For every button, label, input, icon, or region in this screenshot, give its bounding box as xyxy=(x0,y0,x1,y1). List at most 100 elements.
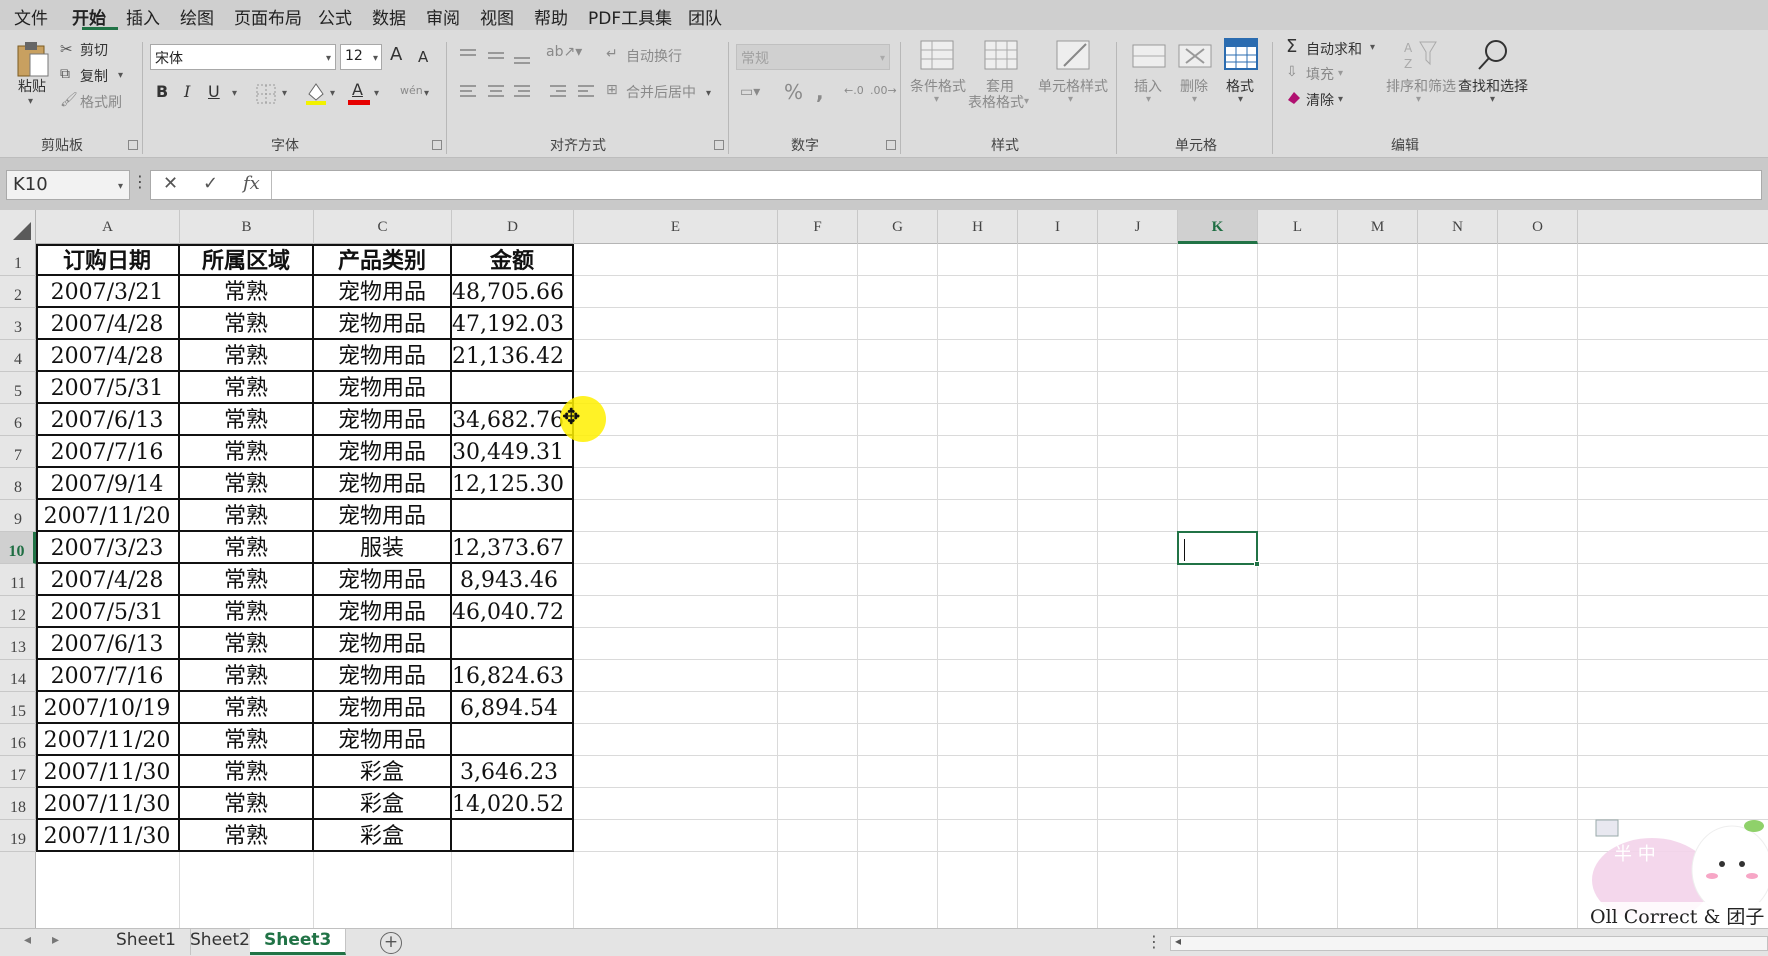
find-select-caret-icon[interactable]: ▾ xyxy=(1490,94,1495,105)
row-header-13[interactable]: 13 xyxy=(0,628,36,660)
clear-caret-icon[interactable]: ▾ xyxy=(1338,94,1343,105)
table-cell[interactable]: 常熟 xyxy=(180,788,314,820)
table-cell[interactable]: 2007/11/30 xyxy=(36,756,180,788)
table-cell[interactable]: 46,040.72 xyxy=(452,596,574,628)
row-header-16[interactable]: 16 xyxy=(0,724,36,756)
font-color-caret-icon[interactable]: ▾ xyxy=(374,88,379,99)
row-header-14[interactable]: 14 xyxy=(0,660,36,692)
comma-button[interactable]: , xyxy=(816,80,824,104)
fill-button[interactable]: 填充 xyxy=(1306,64,1334,84)
table-cell[interactable] xyxy=(452,372,574,404)
copy-icon[interactable]: ⧉ xyxy=(60,66,70,82)
cell-area[interactable]: 订购日期 所属区域 产品类别 金额 2007/3/21 常熟 宠物用品 48,705.66 20… xyxy=(36,244,1768,928)
table-cell[interactable]: 常熟 xyxy=(180,692,314,724)
insert-cells-icon[interactable] xyxy=(1132,40,1166,70)
table-cell[interactable]: 2007/5/31 xyxy=(36,372,180,404)
table-cell[interactable]: 宠物用品 xyxy=(314,404,452,436)
delete-caret-icon[interactable]: ▾ xyxy=(1192,94,1197,105)
cell-styles-caret-icon[interactable]: ▾ xyxy=(1068,94,1073,105)
column-header-H[interactable]: H xyxy=(938,210,1018,244)
format-painter-button[interactable]: 格式刷 xyxy=(80,92,122,112)
table-cell[interactable]: 宠物用品 xyxy=(314,724,452,756)
column-header-K[interactable]: K xyxy=(1178,210,1258,244)
table-cell[interactable] xyxy=(452,820,574,852)
row-header-15[interactable]: 15 xyxy=(0,692,36,724)
table-cell[interactable]: 宠物用品 xyxy=(314,564,452,596)
row-header-3[interactable]: 3 xyxy=(0,308,36,340)
table-cell[interactable]: 宠物用品 xyxy=(314,340,452,372)
column-header-E[interactable]: E xyxy=(574,210,778,244)
insert-caret-icon[interactable]: ▾ xyxy=(1146,94,1151,105)
clear-button[interactable]: 清除 xyxy=(1306,90,1334,110)
number-format-select[interactable]: 常规 ▾ xyxy=(736,44,890,70)
menu-help[interactable]: 帮助 xyxy=(534,4,568,29)
delete-cells-button[interactable]: 删除 xyxy=(1180,76,1208,96)
clipboard-launcher-icon[interactable] xyxy=(128,140,138,150)
table-cell[interactable]: 2007/4/28 xyxy=(36,340,180,372)
table-cell[interactable]: 宠物用品 xyxy=(314,276,452,308)
table-cell[interactable]: 彩盒 xyxy=(314,820,452,852)
menu-draw[interactable]: 绘图 xyxy=(180,4,214,29)
add-sheet-icon[interactable]: + xyxy=(380,932,402,954)
cell-styles-icon[interactable] xyxy=(1056,40,1090,70)
table-cell[interactable] xyxy=(452,628,574,660)
prev-sheet-icon[interactable]: ◂ xyxy=(24,932,31,948)
table-cell[interactable]: 2007/11/20 xyxy=(36,724,180,756)
table-cell[interactable]: 30,449.31 xyxy=(452,436,574,468)
conditional-caret-icon[interactable]: ▾ xyxy=(934,94,939,105)
column-header-G[interactable]: G xyxy=(858,210,938,244)
table-cell[interactable]: 宠物用品 xyxy=(314,596,452,628)
table-cell[interactable]: 常熟 xyxy=(180,500,314,532)
cut-button[interactable]: 剪切 xyxy=(80,40,108,60)
merge-center-caret-icon[interactable]: ▾ xyxy=(706,88,711,99)
table-cell[interactable]: 3,646.23 xyxy=(452,756,574,788)
row-header-2[interactable]: 2 xyxy=(0,276,36,308)
row-header-6[interactable]: 6 xyxy=(0,404,36,436)
wrap-text-button[interactable]: 自动换行 xyxy=(626,46,682,66)
vertical-align-icons[interactable] xyxy=(458,46,546,66)
sort-filter-caret-icon[interactable]: ▾ xyxy=(1416,94,1421,105)
paste-caret-icon[interactable]: ▾ xyxy=(28,96,33,107)
table-cell[interactable]: 34,682.76 xyxy=(452,404,574,436)
percent-button[interactable]: % xyxy=(784,80,803,104)
column-header-M[interactable]: M xyxy=(1338,210,1418,244)
row-header-19[interactable]: 19 xyxy=(0,820,36,852)
table-cell[interactable]: 常熟 xyxy=(180,532,314,564)
paste-label[interactable]: 粘贴 xyxy=(18,76,46,96)
table-cell[interactable]: 12,373.67 xyxy=(452,532,574,564)
format-cells-button[interactable]: 格式 xyxy=(1226,76,1254,96)
table-cell[interactable]: 彩盒 xyxy=(314,756,452,788)
formula-input[interactable] xyxy=(309,172,1749,198)
table-cell[interactable]: 彩盒 xyxy=(314,788,452,820)
fill-color-caret-icon[interactable]: ▾ xyxy=(330,88,335,99)
table-cell[interactable]: 常熟 xyxy=(180,372,314,404)
format-painter-icon[interactable]: 🖌 xyxy=(60,92,78,108)
menu-data[interactable]: 数据 xyxy=(372,4,406,29)
row-header-1[interactable]: 1 xyxy=(0,244,36,276)
bold-button[interactable]: B xyxy=(156,82,168,101)
table-cell[interactable]: 2007/11/20 xyxy=(36,500,180,532)
horizontal-scrollbar[interactable]: ◂ xyxy=(1170,934,1768,951)
accounting-format-icon[interactable]: ▭▾ xyxy=(740,84,760,100)
conditional-formatting-icon[interactable] xyxy=(920,40,954,70)
table-cell[interactable]: 2007/9/14 xyxy=(36,468,180,500)
insert-function-button[interactable]: fx xyxy=(243,173,260,194)
copy-button[interactable]: 复制 xyxy=(80,66,108,86)
underline-caret-icon[interactable]: ▾ xyxy=(232,88,237,99)
format-cells-icon[interactable] xyxy=(1224,38,1258,70)
shrink-font-button[interactable]: A xyxy=(418,48,428,66)
table-cell[interactable]: 6,894.54 xyxy=(452,692,574,724)
menu-team[interactable]: 团队 xyxy=(688,4,722,29)
alignment-launcher-icon[interactable] xyxy=(714,140,724,150)
merge-center-button[interactable]: 合并后居中 xyxy=(626,82,696,102)
table-cell[interactable]: 宠物用品 xyxy=(314,692,452,724)
magnifier-icon[interactable] xyxy=(1476,38,1510,72)
autosum-button[interactable]: 自动求和 xyxy=(1306,39,1362,59)
sort-filter-icon[interactable]: A Z xyxy=(1402,38,1438,70)
row-header-17[interactable]: 17 xyxy=(0,756,36,788)
row-header-8[interactable]: 8 xyxy=(0,468,36,500)
row-header-12[interactable]: 12 xyxy=(0,596,36,628)
table-header-cell[interactable]: 订购日期 xyxy=(36,244,180,276)
table-cell[interactable]: 宠物用品 xyxy=(314,628,452,660)
table-cell[interactable] xyxy=(452,500,574,532)
